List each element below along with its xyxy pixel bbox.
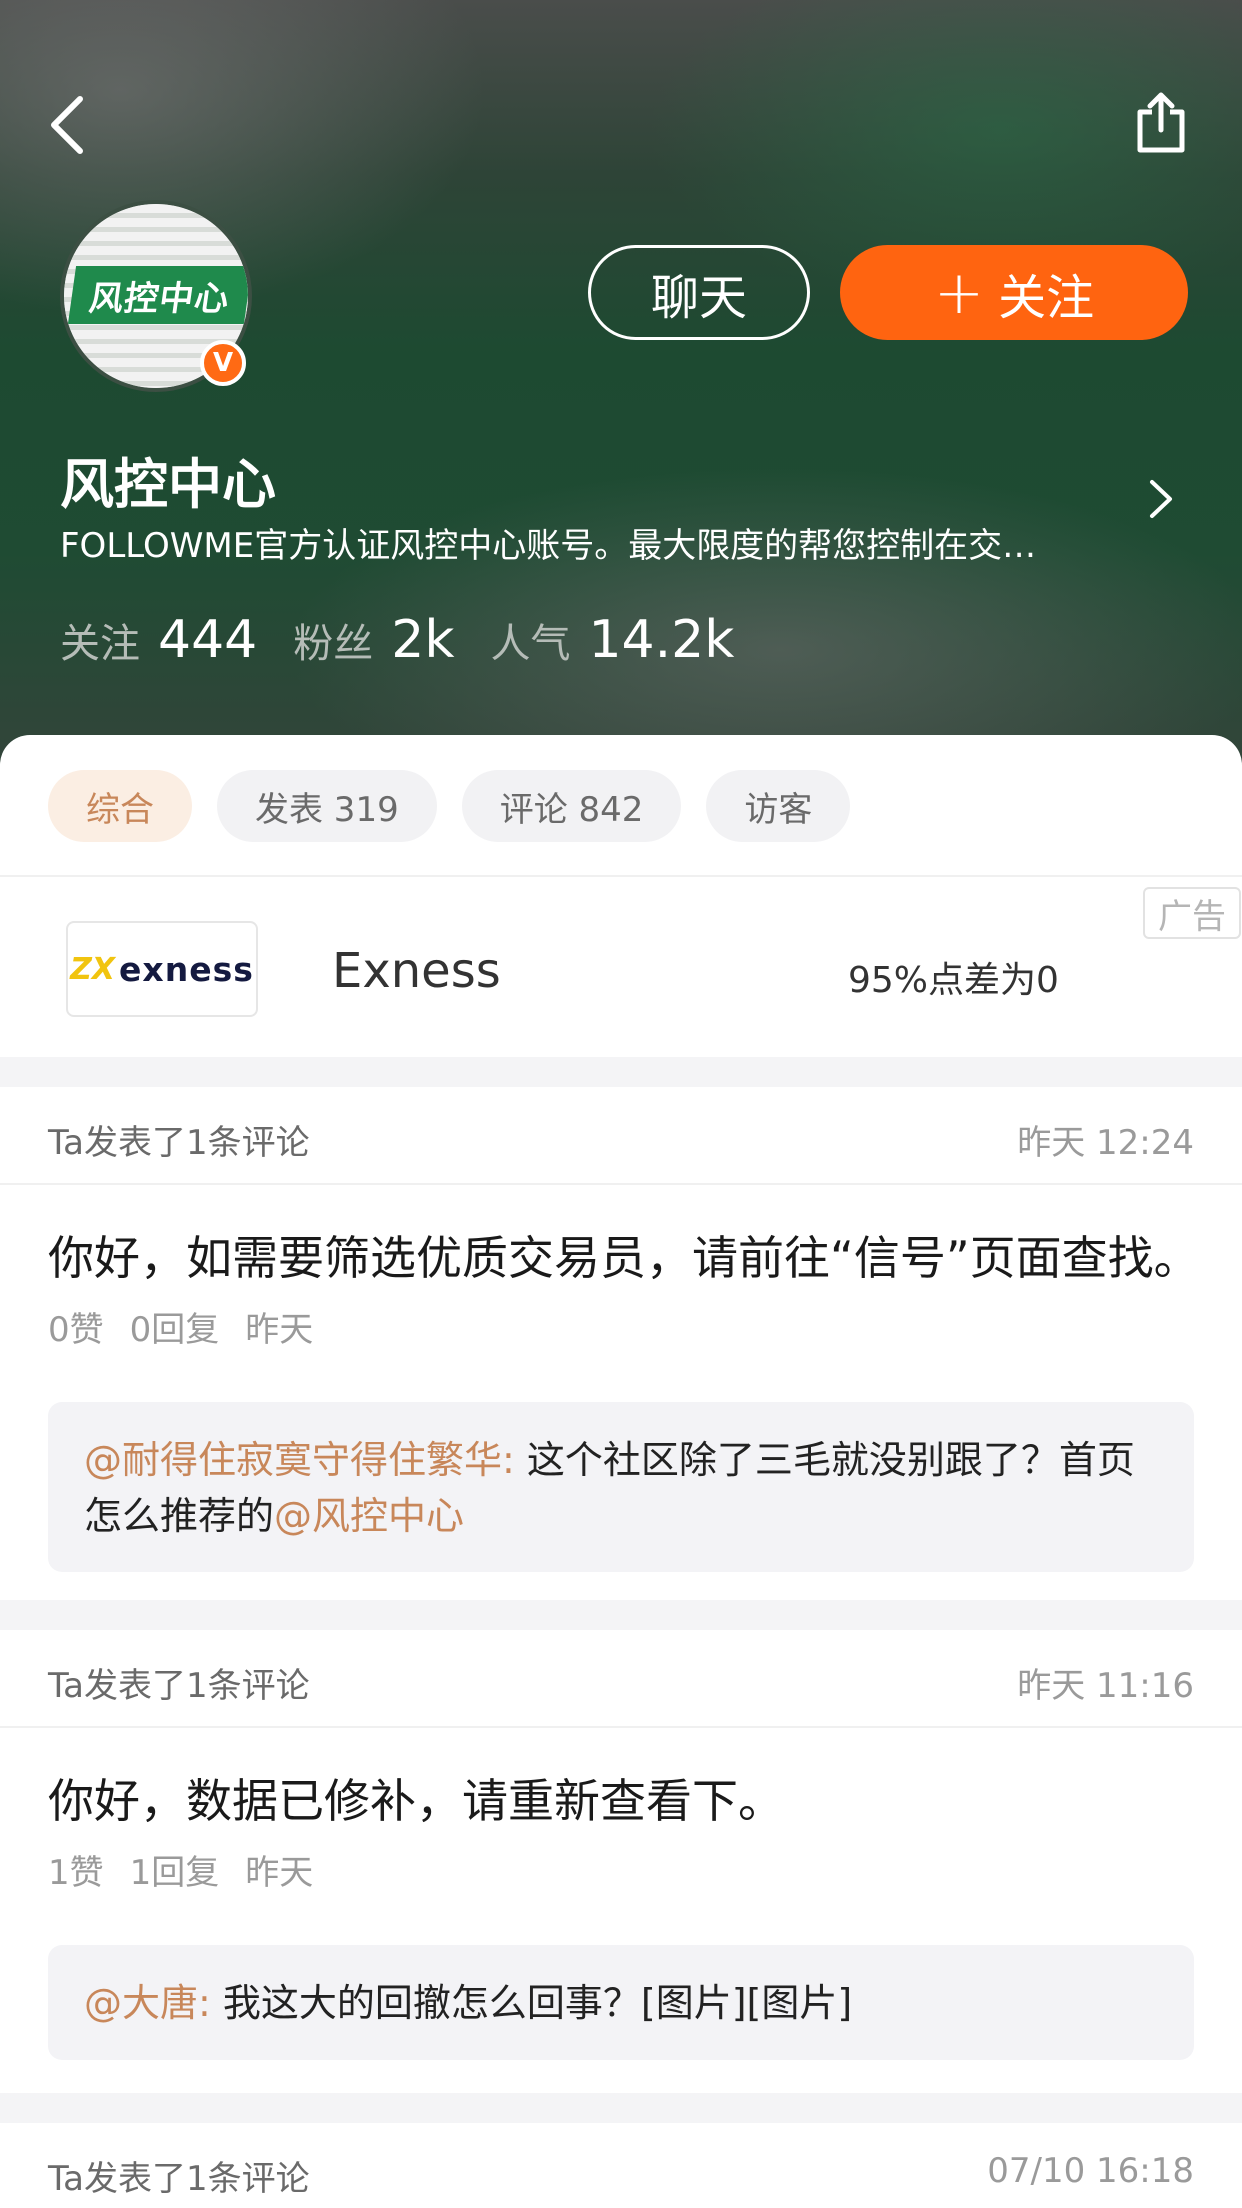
feed-card[interactable]: Ta发表了1条评论 昨天 11:16 你好，数据已修补，请重新查看下。 1赞 1… (0, 1630, 1242, 2093)
comment-meta: 0赞 0回复 昨天 (48, 1302, 313, 1351)
tab-comments[interactable]: 评论 842 (461, 770, 682, 842)
comment-meta: 1赞 1回复 昨天 (48, 1845, 313, 1894)
tab-visitors[interactable]: 访客 (706, 770, 851, 842)
profile-name: 风控中心 (60, 453, 276, 516)
mention-link[interactable]: @耐得住寂寞守得住繁华: (84, 1438, 515, 1482)
fans-count[interactable]: 2k (391, 610, 454, 670)
share-icon (1137, 92, 1185, 153)
tab-posts[interactable]: 发表 319 (217, 770, 437, 842)
quoted-comment[interactable]: @大唐: 我这大的回撤怎么回事？[图片][图片] (48, 1945, 1194, 2060)
profile-header: 风控中心 V 聊天 + 关注 风控中心 FOLLOWME官方认证风控中心账号。最… (0, 0, 1242, 790)
feed-action: Ta发表了1条评论 (48, 2159, 310, 2199)
profile-detail-button[interactable] (1146, 476, 1186, 526)
profile-stats: 关注 444 粉丝 2k 人气 14.2k (60, 610, 770, 670)
feed-time: 昨天 11:16 (1017, 1666, 1194, 1706)
chevron-right-icon (1150, 480, 1172, 518)
ad-name: Exness (332, 943, 501, 999)
chat-button[interactable]: 聊天 (588, 245, 810, 340)
ad-banner[interactable]: ZX exness Exness 95%点差为0 广告 (0, 877, 1242, 1057)
profile-content: 综合 发表 319 评论 842 访客 ZX exness Exness 95%… (0, 735, 1242, 2208)
tab-bar: 综合 发表 319 评论 842 访客 (48, 770, 851, 842)
exness-mark-icon: ZX (70, 951, 116, 987)
quoted-comment[interactable]: @耐得住寂寞守得住繁华: 这个社区除了三毛就没别跟了？首页怎么推荐的@风控中心 (48, 1402, 1194, 1572)
back-button[interactable] (36, 90, 96, 160)
chevron-left-icon (51, 96, 83, 154)
feed-card[interactable]: Ta发表了1条评论 昨天 12:24 你好，如需要筛选优质交易员，请前往“信号”… (0, 1087, 1242, 1600)
section-gap (0, 2093, 1242, 2123)
ad-logo: ZX exness (66, 921, 258, 1017)
follow-label: 关注 (998, 269, 1095, 326)
like-count[interactable]: 0赞 (48, 1302, 104, 1351)
mention-link[interactable]: @大唐: (84, 1981, 211, 2025)
feed-action: Ta发表了1条评论 (48, 1123, 310, 1163)
section-gap (0, 1600, 1242, 1630)
feed-time: 昨天 12:24 (1017, 1123, 1194, 1163)
feed-action: Ta发表了1条评论 (48, 1666, 310, 1706)
comment-text[interactable]: 你好，如需要筛选优质交易员，请前往“信号”页面查找。 (48, 1222, 1200, 1288)
feed-card-header: Ta发表了1条评论 昨天 11:16 (0, 1630, 1242, 1728)
fans-label[interactable]: 粉丝 (293, 611, 373, 669)
comment-text[interactable]: 你好，数据已修补，请重新查看下。 (48, 1765, 1194, 1831)
mention-link[interactable]: @风控中心 (274, 1494, 464, 1538)
comment-date: 昨天 (245, 1853, 314, 1893)
tab-overview[interactable]: 综合 (48, 770, 192, 842)
profile-description[interactable]: FOLLOWME官方认证风控中心账号。最大限度的帮您控制在交… (60, 518, 1100, 567)
following-label[interactable]: 关注 (60, 611, 140, 669)
popularity-label: 人气 (490, 621, 571, 667)
ad-tag: 广告 (1143, 887, 1241, 939)
reply-count[interactable]: 0回复 (130, 1302, 220, 1351)
quoted-text: 我这大的回撤怎么回事？[图片][图片] (210, 1981, 853, 2025)
following-count[interactable]: 444 (158, 610, 257, 670)
share-button[interactable] (1130, 90, 1192, 156)
section-gap (0, 1057, 1242, 1087)
ad-promo: 95%点差为0 (848, 960, 1059, 1001)
feed-card[interactable]: Ta发表了1条评论 07/10 16:18 (0, 2123, 1242, 2208)
ad-logo-word: exness (119, 949, 254, 989)
comment-date: 昨天 (245, 1310, 314, 1350)
feed-card-header: Ta发表了1条评论 07/10 16:18 (0, 2123, 1242, 2208)
follow-button[interactable]: + 关注 (840, 245, 1188, 340)
popularity-count: 14.2k (588, 610, 735, 670)
reply-count[interactable]: 1回复 (130, 1845, 220, 1894)
like-count[interactable]: 1赞 (48, 1845, 104, 1894)
verified-badge-icon: V (200, 340, 246, 386)
feed-time: 07/10 16:18 (987, 2151, 1194, 2191)
avatar-text: 风控中心 (67, 266, 248, 324)
plus-icon: + (933, 257, 985, 328)
feed-card-header: Ta发表了1条评论 昨天 12:24 (0, 1087, 1242, 1185)
